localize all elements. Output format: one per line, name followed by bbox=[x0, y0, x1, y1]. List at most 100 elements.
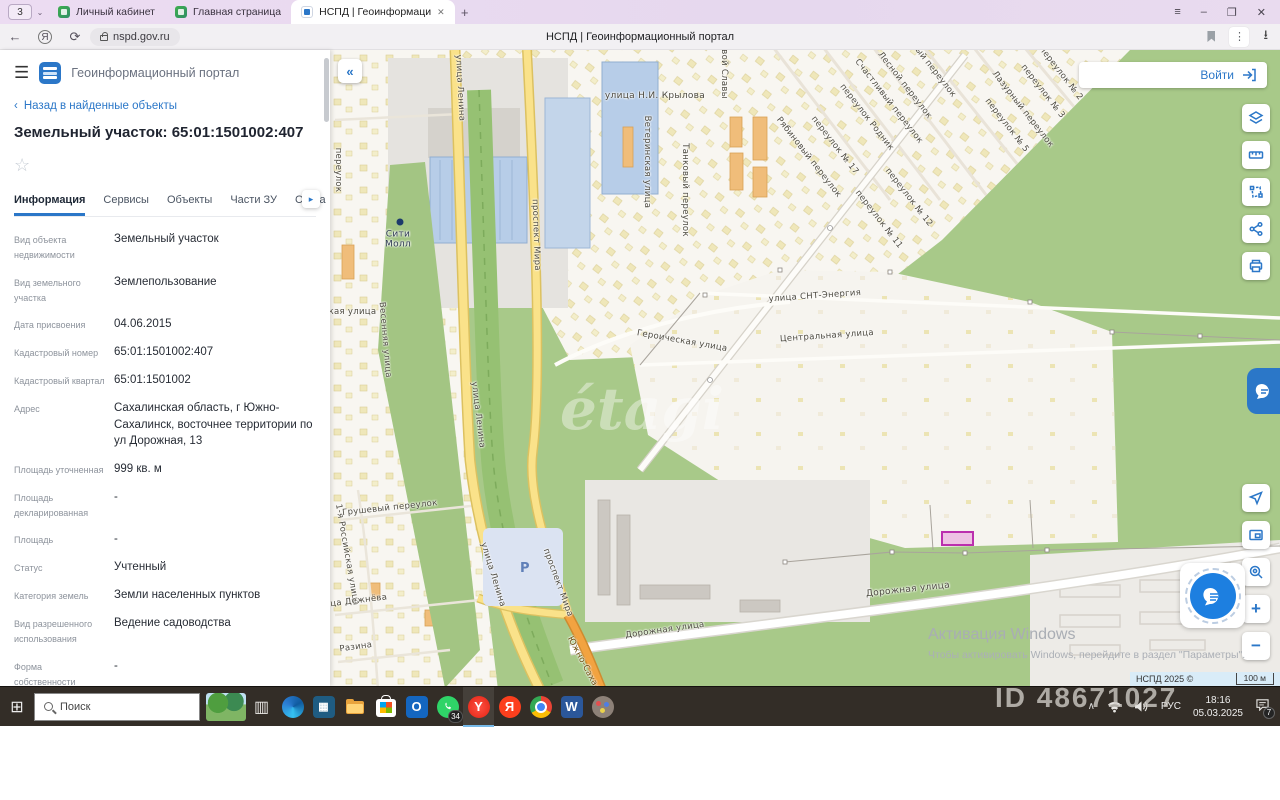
taskbar-app-task-view[interactable]: ▥ bbox=[246, 687, 277, 727]
field-value: - bbox=[114, 658, 316, 686]
draw-polygon-icon bbox=[1248, 184, 1264, 200]
panel-tab-Части ЗУ[interactable]: Части ЗУ bbox=[230, 188, 277, 216]
notification-badge: 7 bbox=[1263, 707, 1275, 719]
browser-tabbar: 3 ⌄ Личный кабинетГлавная страницаНСПД |… bbox=[0, 0, 1280, 24]
tabs-scroll-arrow[interactable]: ▸ bbox=[302, 190, 320, 208]
field-value: Земли населенных пунктов bbox=[114, 587, 316, 604]
notification-center-button[interactable]: 7 bbox=[1255, 698, 1270, 716]
field-label: Площадь bbox=[14, 531, 114, 548]
field-label: Дата присвоения bbox=[14, 316, 114, 333]
field-row: Кадастровый квартал65:01:1501002 bbox=[14, 372, 316, 389]
collapse-panel-button[interactable]: « bbox=[338, 59, 362, 83]
field-value: - bbox=[114, 489, 316, 521]
refresh-icon[interactable]: ⟳ bbox=[60, 29, 90, 45]
download-icon[interactable]: ⭳ bbox=[1263, 26, 1268, 48]
taskbar-search-input[interactable]: Поиск bbox=[34, 693, 200, 721]
ruler-button[interactable] bbox=[1242, 141, 1270, 169]
login-icon bbox=[1241, 67, 1257, 83]
field-label: Категория земель bbox=[14, 587, 114, 604]
map-copyright: НСПД 2025 © bbox=[1136, 674, 1193, 684]
language-indicator[interactable]: РУС bbox=[1161, 701, 1181, 712]
system-tray: ∧ РУС 18:16 05.03.2025 7 bbox=[1088, 694, 1280, 720]
page-title: НСПД | Геоинформационный портал bbox=[546, 24, 734, 50]
new-tab-button[interactable]: + bbox=[455, 5, 475, 20]
search-coordinates-button[interactable] bbox=[1242, 558, 1270, 586]
locate-button[interactable] bbox=[1242, 484, 1270, 512]
kebab-menu-icon[interactable]: ⋮ bbox=[1229, 27, 1249, 47]
taskbar-app-palette[interactable] bbox=[587, 687, 618, 727]
field-row: Вид разрешенного использованияВедение са… bbox=[14, 615, 316, 647]
field-row: Площадь уточненная999 кв. м bbox=[14, 461, 316, 478]
print-button[interactable] bbox=[1242, 252, 1270, 280]
tab-close-icon[interactable]: ✕ bbox=[437, 7, 445, 18]
back-icon[interactable]: ← bbox=[0, 29, 30, 44]
draw-polygon-button[interactable] bbox=[1242, 178, 1270, 206]
file-explorer-icon bbox=[344, 696, 366, 718]
field-label: Вид земельного участка bbox=[14, 274, 114, 306]
wifi-icon[interactable] bbox=[1107, 700, 1122, 713]
panel-scrollbar[interactable] bbox=[324, 58, 329, 122]
print-icon bbox=[1248, 258, 1264, 274]
field-row: Дата присвоения04.06.2015 bbox=[14, 316, 316, 333]
selected-parcel[interactable] bbox=[942, 532, 973, 545]
minimize-button[interactable]: – bbox=[1201, 6, 1207, 18]
field-value: Землепользование bbox=[114, 274, 316, 306]
field-value: 04.06.2015 bbox=[114, 316, 316, 333]
map-scale-bar: 100 м bbox=[1236, 673, 1274, 685]
tab-title: НСПД | Геоинформаци bbox=[319, 6, 431, 18]
start-button[interactable]: ⊞ bbox=[0, 697, 34, 717]
browser-tabs: Личный кабинетГлавная страницаНСПД | Гео… bbox=[48, 0, 455, 24]
support-chat-button[interactable] bbox=[1180, 563, 1245, 628]
hidden-icons-chevron[interactable]: ∧ bbox=[1088, 701, 1095, 712]
panel-tab-Сервисы[interactable]: Сервисы bbox=[103, 188, 149, 216]
screen: 3 ⌄ Личный кабинетГлавная страницаНСПД |… bbox=[0, 0, 1280, 800]
url-field[interactable]: nspd.gov.ru bbox=[90, 28, 180, 46]
field-label: Форма собственности bbox=[14, 658, 114, 686]
taskbar-app-explorer[interactable] bbox=[339, 687, 370, 727]
share-button[interactable] bbox=[1242, 215, 1270, 243]
hamburger-menu-icon[interactable]: ☰ bbox=[14, 63, 29, 83]
taskbar-app-yandex-browser[interactable]: Y bbox=[463, 687, 494, 727]
address-bar: ← Я ⟳ nspd.gov.ru НСПД | Геоинформационн… bbox=[0, 24, 1280, 50]
search-icon bbox=[44, 702, 53, 711]
taskbar-app-word[interactable]: W bbox=[556, 687, 587, 727]
taskbar-app-store[interactable] bbox=[370, 687, 401, 727]
browser-tab[interactable]: Главная страница bbox=[165, 0, 291, 24]
tab-list-chevron-icon[interactable]: ⌄ bbox=[32, 8, 48, 17]
layers-button[interactable] bbox=[1242, 104, 1270, 132]
bookmark-icon[interactable] bbox=[1207, 31, 1215, 42]
browser-tab[interactable]: НСПД | Геоинформаци ✕ bbox=[291, 0, 455, 24]
taskbar-app-outlook[interactable]: O bbox=[401, 687, 432, 727]
browser-profile-icon[interactable]: Я bbox=[38, 30, 52, 44]
panel-tab-Информация[interactable]: Информация bbox=[14, 188, 85, 216]
calculator-icon: ▦ bbox=[313, 696, 335, 718]
browser-menu-icon[interactable]: ≡ bbox=[1174, 6, 1180, 18]
zoom-out-button[interactable]: − bbox=[1242, 632, 1270, 660]
weather-widget[interactable] bbox=[206, 693, 246, 721]
favorite-star-icon[interactable]: ☆ bbox=[14, 155, 316, 176]
restore-button[interactable]: ❐ bbox=[1227, 6, 1237, 19]
share-icon bbox=[1248, 221, 1264, 237]
map-viewport[interactable]: P étagi улица Н.И. КрыловаВетеринская у bbox=[330, 50, 1280, 686]
clock[interactable]: 18:16 05.03.2025 bbox=[1193, 694, 1243, 720]
volume-icon[interactable] bbox=[1134, 700, 1149, 713]
taskbar-app-yandex[interactable]: Я bbox=[494, 687, 525, 727]
field-row: Категория земельЗемли населенных пунктов bbox=[14, 587, 316, 604]
zoom-in-button[interactable]: + bbox=[1242, 595, 1270, 623]
login-bar[interactable]: Войти bbox=[1079, 62, 1267, 88]
overview-map-button[interactable] bbox=[1242, 521, 1270, 549]
field-value: Сахалинская область, г Южно-Сахалинск, в… bbox=[114, 400, 316, 450]
taskbar-app-chrome[interactable] bbox=[525, 687, 556, 727]
map-canvas[interactable]: P bbox=[330, 50, 1280, 686]
panel-tab-Объекты[interactable]: Объекты bbox=[167, 188, 212, 216]
taskbar-app-whatsapp[interactable]: 34 bbox=[432, 687, 463, 727]
taskbar-app-calculator[interactable]: ▦ bbox=[308, 687, 339, 727]
taskbar-app-edge[interactable] bbox=[277, 687, 308, 727]
field-label: Площадь уточненная bbox=[14, 461, 114, 478]
close-button[interactable]: ✕ bbox=[1257, 6, 1266, 19]
browser-tab[interactable]: Личный кабинет bbox=[48, 0, 165, 24]
feedback-tab-button[interactable] bbox=[1247, 368, 1280, 414]
back-to-results-link[interactable]: ‹ Назад в найденные объекты bbox=[14, 100, 316, 112]
tab-counter[interactable]: 3 bbox=[8, 4, 32, 20]
tab-favicon bbox=[58, 6, 70, 18]
